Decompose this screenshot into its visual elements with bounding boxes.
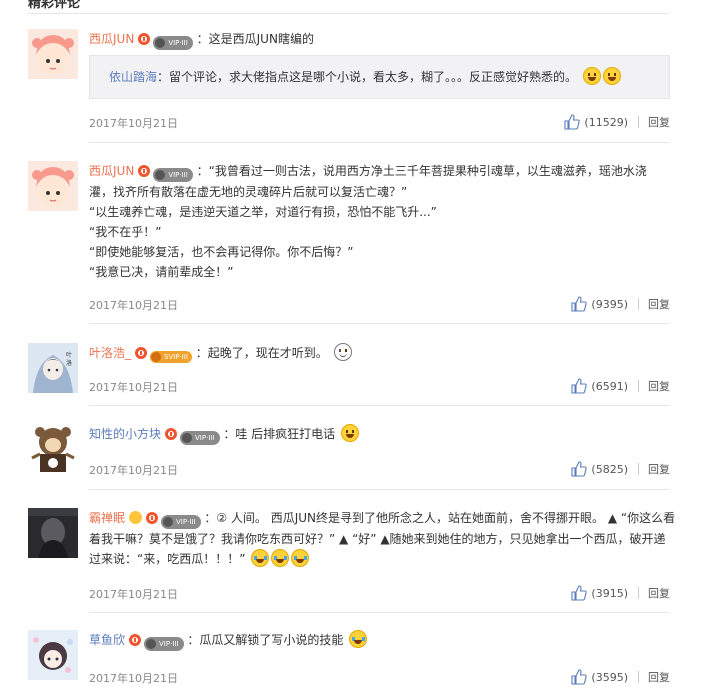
avatar[interactable] bbox=[28, 161, 78, 211]
divider bbox=[89, 612, 670, 613]
comment-date: 2017年10月21日 bbox=[89, 588, 178, 601]
username[interactable]: 草鱼欣 bbox=[89, 633, 125, 647]
username[interactable]: 西瓜JUN bbox=[89, 164, 134, 178]
like-count: (3915) bbox=[591, 586, 628, 600]
grin-emoji-icon bbox=[582, 67, 601, 85]
username[interactable]: 霸禅眠 bbox=[89, 511, 125, 525]
like-icon[interactable] bbox=[564, 114, 581, 130]
reply-button[interactable]: 回复 bbox=[648, 296, 670, 312]
username[interactable]: 知性的小方块 bbox=[89, 427, 161, 441]
comment-text: ：② 人间。 西瓜JUN终是寻到了他所念之人，站在她面前，舍不得挪开眼。 ▲ “… bbox=[204, 511, 676, 525]
comment-text: ：起晚了，现在才听到。 bbox=[195, 346, 328, 360]
avatar[interactable] bbox=[28, 29, 78, 79]
comment-text: “以生魂养亡魂，是违逆天道之举，对道行有损，恐怕不能飞升...” bbox=[89, 205, 437, 219]
like-icon[interactable] bbox=[571, 296, 588, 312]
comment-date: 2017年10月21日 bbox=[89, 464, 178, 477]
reply-text: ：留个评论，求大佬指点这是哪个小说，看太多，糊了。。。反正感觉好熟悉的。 bbox=[157, 70, 578, 84]
vip-badge-icon[interactable]: VIP·III bbox=[153, 168, 193, 182]
svip-badge-icon[interactable]: SVIP·III bbox=[150, 351, 192, 363]
reply-button[interactable]: 回复 bbox=[648, 378, 670, 394]
laugh-cry-emoji-icon bbox=[251, 549, 270, 567]
username[interactable]: 西瓜JUN bbox=[89, 32, 134, 46]
like-count: (9395) bbox=[591, 297, 628, 311]
svg-text:洛: 洛 bbox=[66, 359, 72, 367]
smile-emoji-icon bbox=[333, 343, 352, 361]
nested-reply: 依山踏海：留个评论，求大佬指点这是哪个小说，看太多，糊了。。。反正感觉好熟悉的。 bbox=[89, 55, 670, 99]
like-icon[interactable] bbox=[571, 378, 588, 394]
avatar[interactable] bbox=[28, 508, 78, 558]
separator bbox=[638, 380, 639, 392]
comment-text: 灌，找齐所有散落在虚无地的灵魂碎片后就可以复活亡魂？” bbox=[89, 185, 408, 199]
grin-emoji-icon bbox=[341, 424, 359, 442]
red-badge-icon[interactable] bbox=[146, 512, 159, 524]
vip-badge-icon[interactable]: VIP·III bbox=[180, 431, 220, 445]
separator bbox=[638, 587, 639, 599]
section-divider bbox=[28, 13, 668, 14]
separator bbox=[638, 463, 639, 475]
reply-button[interactable]: 回复 bbox=[648, 669, 670, 685]
red-badge-icon[interactable] bbox=[138, 33, 151, 45]
vip-badge-icon[interactable]: VIP·III bbox=[144, 637, 184, 651]
like-count: (6591) bbox=[591, 379, 628, 393]
vip-badge-icon[interactable]: VIP·III bbox=[153, 36, 193, 50]
like-icon[interactable] bbox=[571, 669, 588, 685]
reply-username[interactable]: 依山踏海 bbox=[109, 70, 157, 84]
red-badge-icon[interactable] bbox=[138, 165, 151, 177]
red-badge-icon[interactable] bbox=[135, 347, 148, 359]
like-count: (5825) bbox=[591, 462, 628, 476]
like-icon[interactable] bbox=[571, 461, 588, 477]
separator bbox=[638, 116, 639, 128]
divider bbox=[89, 323, 670, 324]
grin-emoji-icon bbox=[602, 67, 621, 85]
reply-button[interactable]: 回复 bbox=[648, 461, 670, 477]
comment-date: 2017年10月21日 bbox=[89, 117, 178, 130]
red-badge-icon[interactable] bbox=[165, 428, 178, 440]
comment-text: ：“我曾看过一则古法，说用西方净土三千年菩提果种引魂草，以生魂滋养，瑶池水浇 bbox=[196, 164, 647, 178]
divider bbox=[89, 405, 670, 406]
svg-text:叶: 叶 bbox=[66, 351, 72, 359]
comment-text: ：哇 后排疯狂打电话 bbox=[223, 427, 336, 441]
vip-badge-icon[interactable]: VIP·III bbox=[161, 515, 201, 529]
laugh-cry-emoji-icon bbox=[291, 549, 310, 567]
like-icon[interactable] bbox=[571, 585, 588, 601]
divider bbox=[89, 142, 670, 143]
comment-text: ：瓜瓜又解锁了写小说的技能 bbox=[187, 633, 344, 647]
comment-date: 2017年10月21日 bbox=[89, 672, 178, 685]
separator bbox=[638, 298, 639, 310]
divider bbox=[89, 489, 670, 490]
reply-button[interactable]: 回复 bbox=[648, 114, 670, 130]
red-badge-icon[interactable] bbox=[129, 634, 142, 646]
comment-text: 着我干嘛？莫不是饿了？我请你吃东西可好？” ▲ “好” ▲随她来到她住的地方，只… bbox=[89, 532, 666, 546]
laugh-cry-emoji-icon bbox=[349, 630, 368, 648]
comment-text: “我意已决，请前辈成全！” bbox=[89, 265, 234, 279]
separator bbox=[638, 671, 639, 683]
username[interactable]: 叶洛浩_ bbox=[89, 346, 131, 360]
comment-text: “我不在乎！” bbox=[89, 225, 162, 239]
laugh-cry-emoji-icon bbox=[271, 549, 290, 567]
comment-text: ：这是西瓜JUN瞎编的 bbox=[196, 32, 314, 46]
comment-text: 过来说：“来，吃西瓜！！！” bbox=[89, 552, 246, 566]
sun-badge-icon[interactable] bbox=[129, 511, 143, 524]
reply-button[interactable]: 回复 bbox=[648, 585, 670, 601]
section-title: 精彩评论 bbox=[28, 0, 81, 11]
comment-date: 2017年10月21日 bbox=[89, 299, 178, 312]
like-count: (11529) bbox=[584, 115, 628, 129]
comment-text: “即使她能够复活，也不会再记得你。你不后悔？” bbox=[89, 245, 354, 259]
comment-date: 2017年10月21日 bbox=[89, 381, 178, 394]
avatar[interactable]: 叶洛 bbox=[28, 343, 78, 393]
avatar[interactable] bbox=[28, 630, 78, 680]
like-count: (3595) bbox=[591, 670, 628, 684]
avatar[interactable] bbox=[28, 424, 78, 474]
